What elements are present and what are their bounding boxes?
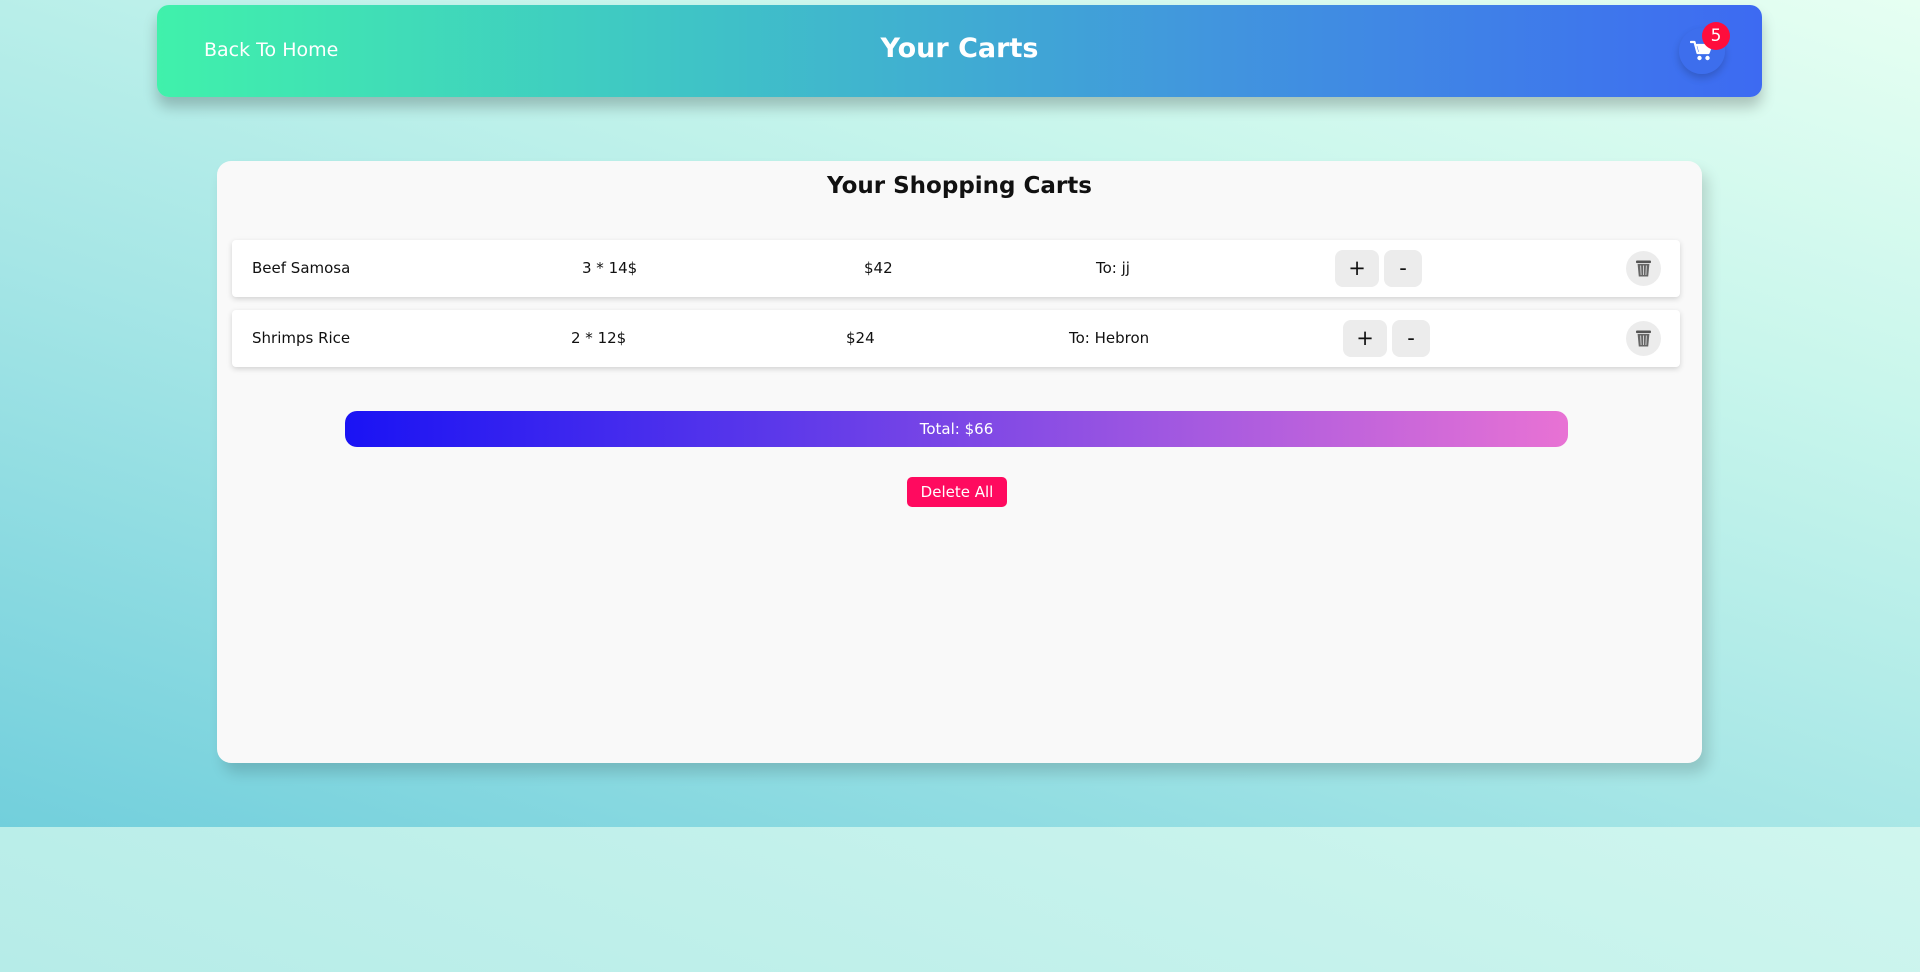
cart-count-badge: 5 <box>1702 22 1730 50</box>
item-destination: To: jj <box>1096 259 1130 277</box>
decrease-quantity-button[interactable]: - <box>1384 250 1422 287</box>
increase-quantity-button[interactable]: + <box>1343 320 1387 357</box>
item-quantity-price: 2 * 12$ <box>571 329 627 347</box>
cart-title: Your Shopping Carts <box>827 173 1092 199</box>
item-name: Shrimps Rice <box>252 329 351 347</box>
delete-item-button[interactable] <box>1626 321 1661 356</box>
item-subtotal: $42 <box>864 259 893 277</box>
trash-icon <box>1636 260 1651 277</box>
delete-item-button[interactable] <box>1626 251 1661 286</box>
delete-all-button[interactable]: Delete All <box>907 477 1007 507</box>
top-header: Back To Home Your Carts 5 <box>157 5 1762 97</box>
item-subtotal: $24 <box>846 329 875 347</box>
item-quantity-price: 3 * 14$ <box>582 259 638 277</box>
item-destination: To: Hebron <box>1069 329 1150 347</box>
cart-total: Total: $66 <box>345 411 1568 447</box>
item-name: Beef Samosa <box>252 259 351 277</box>
shopping-cart-card: Your Shopping Carts Beef Samosa 3 * 14$ … <box>217 161 1702 763</box>
page-title: Your Carts <box>880 33 1039 64</box>
decrease-quantity-button[interactable]: - <box>1392 320 1430 357</box>
trash-icon <box>1636 330 1651 347</box>
cart-item-row: Shrimps Rice 2 * 12$ $24 To: Hebron + - <box>232 310 1680 367</box>
increase-quantity-button[interactable]: + <box>1335 250 1379 287</box>
cart-item-row: Beef Samosa 3 * 14$ $42 To: jj + - <box>232 240 1680 297</box>
